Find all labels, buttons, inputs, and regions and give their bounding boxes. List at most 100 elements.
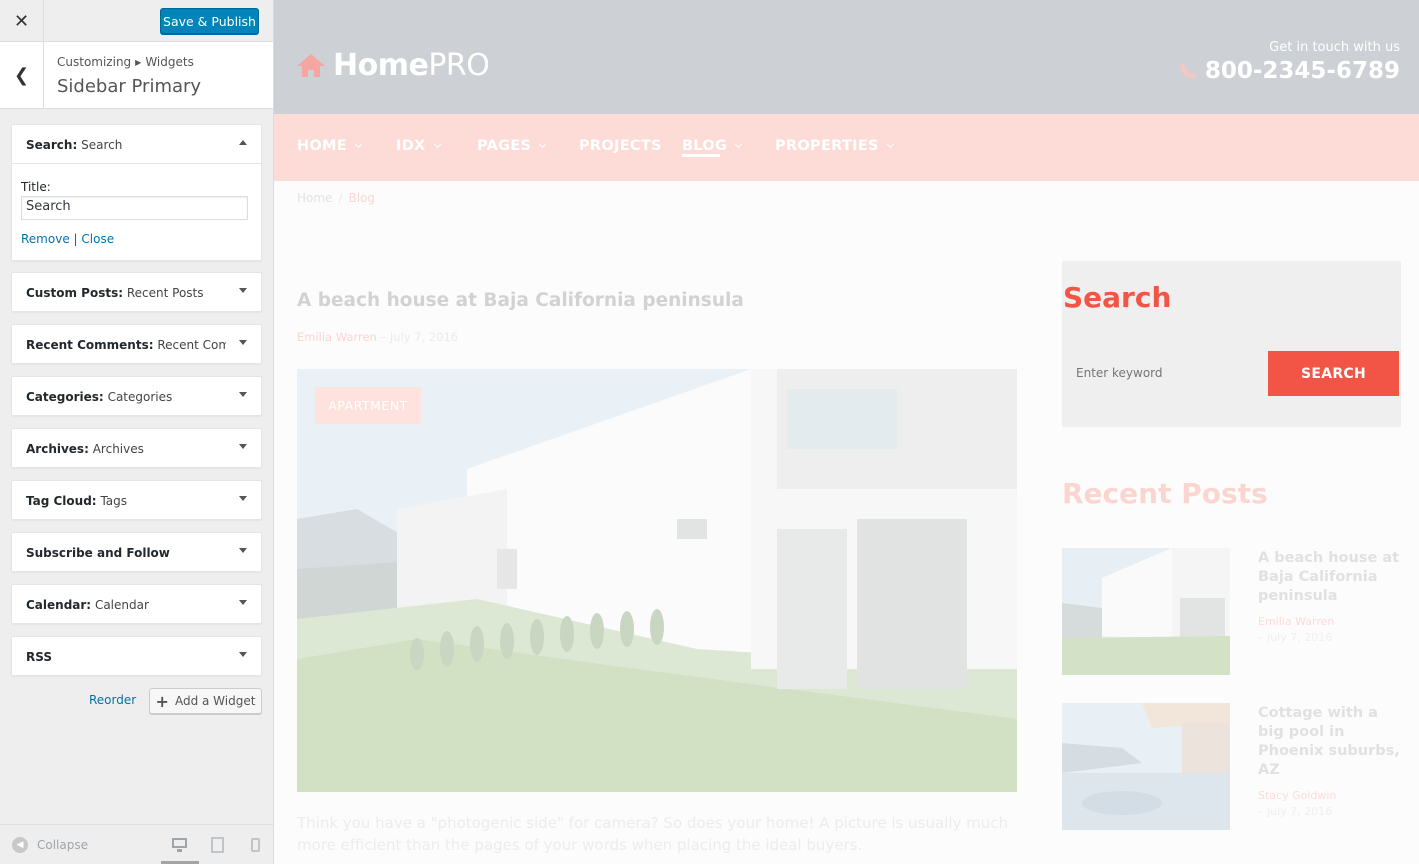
expand-arrow-icon[interactable] <box>239 288 247 293</box>
tablet-preview-icon[interactable] <box>210 837 226 853</box>
collapse-arrow-icon[interactable] <box>239 140 247 145</box>
reorder-link[interactable]: Reorder <box>89 693 136 707</box>
expand-arrow-icon[interactable] <box>239 392 247 397</box>
widget-title: Search: Search <box>26 138 226 152</box>
expand-arrow-icon[interactable] <box>239 652 247 657</box>
contact-tagline: Get in touch with us <box>1269 40 1400 55</box>
site-header: HomePRO Get in touch with us 800-2345-67… <box>274 0 1419 114</box>
mobile-preview-icon[interactable] <box>250 837 266 853</box>
widget-title: Calendar: Calendar <box>26 598 149 612</box>
page-breadcrumb: Home / Blog <box>297 191 375 205</box>
desktop-preview-icon[interactable] <box>172 837 188 853</box>
recent-post-link[interactable]: Cottage with a big pool in Phoenix subur… <box>1258 704 1403 780</box>
widget-search: Search: Search Title: Search Remove | Cl… <box>11 124 262 261</box>
expand-arrow-icon[interactable] <box>239 496 247 501</box>
widget-type: Search: <box>26 138 78 152</box>
widget-title: Custom Posts: Recent Posts <box>26 286 204 300</box>
phone-icon <box>1179 61 1197 81</box>
nav-item-blog[interactable]: BLOG <box>682 138 743 154</box>
recent-post-meta: Emilia Warren – July 7, 2016 <box>1258 614 1403 646</box>
collapse-button[interactable]: ◀ Collapse <box>12 837 88 853</box>
title-input[interactable]: Search <box>21 196 248 220</box>
widget-subscribe-follow[interactable]: Subscribe and Follow <box>11 532 262 572</box>
house-photo <box>297 369 1017 792</box>
recent-post-thumbnail[interactable] <box>1062 548 1230 675</box>
active-nav-indicator <box>682 154 720 157</box>
widget-tag-cloud[interactable]: Tag Cloud: Tags <box>11 480 262 520</box>
breadcrumb-current: Blog <box>348 191 376 205</box>
widget-title: Tag Cloud: Tags <box>26 494 128 508</box>
widget-calendar[interactable]: Calendar: Calendar <box>11 584 262 624</box>
expand-arrow-icon[interactable] <box>239 340 247 345</box>
breadcrumb-separator: / <box>338 191 343 205</box>
search-input[interactable] <box>1063 350 1268 396</box>
chevron-down-icon <box>735 140 743 149</box>
breadcrumb: Customizing ▶ Widgets <box>57 55 194 69</box>
add-widget-button[interactable]: + Add a Widget <box>149 688 262 714</box>
title-label: Title: <box>21 180 51 194</box>
widget-archives[interactable]: Archives: Archives <box>11 428 262 468</box>
post-title[interactable]: A beach house at Baja California peninsu… <box>297 290 744 311</box>
actions-separator: | <box>73 232 78 246</box>
nav-item-properties[interactable]: PROPERTIES <box>775 138 894 154</box>
breadcrumb-arrow-icon: ▶ <box>135 58 142 67</box>
site-logo[interactable]: HomePRO <box>297 48 490 83</box>
post-meta: Emilia Warren – July 7, 2016 <box>297 330 458 344</box>
recent-post-item: A beach house at Baja California peninsu… <box>1062 548 1402 678</box>
recent-post-author[interactable]: Emilia Warren <box>1258 614 1403 630</box>
widget-title: Recent Comments: Recent Com... <box>26 338 226 352</box>
search-widget-title: Search <box>1063 281 1172 314</box>
back-arrow-icon[interactable]: ❮ <box>0 42 44 108</box>
recent-post-date: – July 7, 2016 <box>1258 805 1333 818</box>
chevron-down-icon <box>886 140 894 149</box>
recent-post-author[interactable]: Stacy Goldwin <box>1258 788 1403 804</box>
nav-item-idx[interactable]: IDX <box>396 138 441 154</box>
nav-item-pages[interactable]: PAGES <box>477 138 547 154</box>
expand-arrow-icon[interactable] <box>239 600 247 605</box>
breadcrumb-home-link[interactable]: Home <box>297 191 332 205</box>
widget-title: Subscribe and Follow <box>26 546 170 560</box>
recent-post-link[interactable]: A beach house at Baja California peninsu… <box>1258 549 1403 606</box>
collapse-label: Collapse <box>37 838 88 852</box>
remove-link[interactable]: Remove <box>21 232 70 246</box>
close-icon[interactable]: ✕ <box>0 0 44 42</box>
widget-recent-comments[interactable]: Recent Comments: Recent Com... <box>11 324 262 364</box>
close-link[interactable]: Close <box>81 232 114 246</box>
chevron-down-icon <box>539 140 547 149</box>
widget-search-body: Title: Search Remove | Close <box>12 163 261 260</box>
recent-posts-title: Recent Posts <box>1062 477 1268 510</box>
widget-custom-posts[interactable]: Custom Posts: Recent Posts <box>11 272 262 312</box>
search-widget: Search SEARCH <box>1062 261 1401 427</box>
post-meta-separator: – <box>380 330 387 344</box>
post-date: July 7, 2016 <box>389 330 459 344</box>
customizer-panel: ✕ Save & Publish ❮ Customizing ▶ Widgets S… <box>0 0 274 864</box>
search-button[interactable]: SEARCH <box>1268 351 1399 396</box>
post-author[interactable]: Emilia Warren <box>297 330 377 344</box>
collapse-arrow-icon: ◀ <box>12 837 28 853</box>
widget-name: Search <box>81 138 123 152</box>
customizer-footer: ◀ Collapse <box>0 824 273 864</box>
recent-post-thumbnail[interactable] <box>1062 703 1230 830</box>
widget-actions: Remove | Close <box>21 232 114 246</box>
section-header: ❮ Customizing ▶ Widgets Sidebar Primary <box>0 42 273 109</box>
widget-search-header[interactable]: Search: Search <box>12 125 261 163</box>
post-featured-image[interactable] <box>297 369 1017 792</box>
expand-arrow-icon[interactable] <box>239 548 247 553</box>
save-publish-button[interactable]: Save & Publish <box>160 8 259 34</box>
recent-post-item: Cottage with a big pool in Phoenix subur… <box>1062 703 1402 833</box>
phone-number: 800-2345-6789 <box>1204 58 1400 84</box>
nav-item-projects[interactable]: PROJECTS <box>579 138 662 154</box>
add-widget-label: Add a Widget <box>174 694 256 708</box>
post-category-tag[interactable]: APARTMENT <box>315 387 421 424</box>
breadcrumb-child: Widgets <box>145 55 194 69</box>
logo-text: HomePRO <box>333 48 490 83</box>
chevron-down-icon <box>354 140 363 149</box>
nav-item-home[interactable]: HOME <box>297 138 363 154</box>
main-navigation: HOME IDX PAGES PROJECTS BLOG PROPERTIES <box>274 114 1419 181</box>
widget-categories[interactable]: Categories: Categories <box>11 376 262 416</box>
expand-arrow-icon[interactable] <box>239 444 247 449</box>
widget-rss[interactable]: RSS <box>11 636 262 676</box>
widget-title: Categories: Categories <box>26 390 173 404</box>
contact-phone[interactable]: 800-2345-6789 <box>1179 58 1400 84</box>
recent-post-meta: Stacy Goldwin – July 7, 2016 <box>1258 788 1403 820</box>
